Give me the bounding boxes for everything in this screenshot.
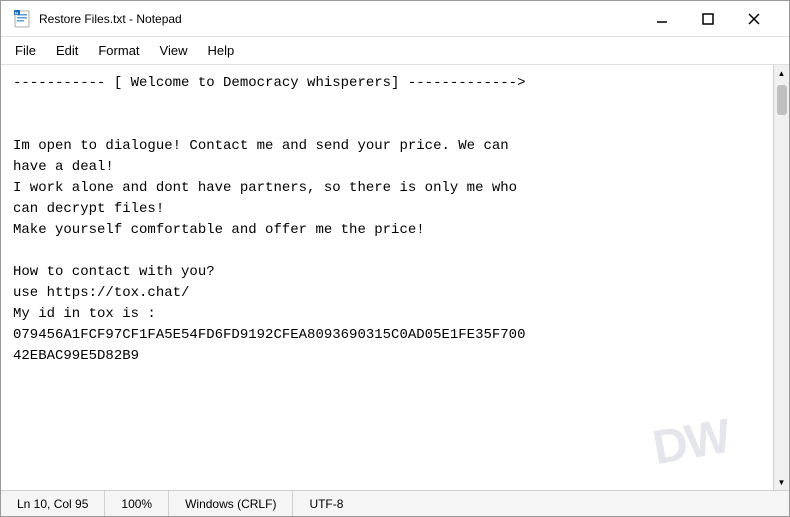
close-button[interactable] (731, 3, 777, 35)
menu-file[interactable]: File (5, 39, 46, 62)
maximize-button[interactable] (685, 3, 731, 35)
menu-bar: File Edit Format View Help (1, 37, 789, 65)
scroll-up-button[interactable]: ▲ (774, 65, 790, 81)
app-icon: N (13, 10, 31, 28)
scroll-down-button[interactable]: ▼ (774, 474, 790, 490)
menu-help[interactable]: Help (197, 39, 244, 62)
title-bar: N Restore Files.txt - Notepad (1, 1, 789, 37)
status-zoom: 100% (105, 491, 169, 516)
status-bar: Ln 10, Col 95 100% Windows (CRLF) UTF-8 (1, 490, 789, 516)
notepad-window: N Restore Files.txt - Notepad File Edit … (0, 0, 790, 517)
scrollbar-thumb[interactable] (777, 85, 787, 115)
status-encoding: UTF-8 (293, 491, 359, 516)
window-controls (639, 3, 777, 35)
minimize-button[interactable] (639, 3, 685, 35)
menu-edit[interactable]: Edit (46, 39, 88, 62)
text-editor[interactable]: ----------- [ Welcome to Democracy whisp… (1, 65, 773, 490)
window-title: Restore Files.txt - Notepad (39, 12, 639, 26)
status-line-ending: Windows (CRLF) (169, 491, 293, 516)
menu-format[interactable]: Format (88, 39, 149, 62)
scrollbar: ▲ ▼ (773, 65, 789, 490)
status-line-col: Ln 10, Col 95 (9, 491, 105, 516)
content-area: ----------- [ Welcome to Democracy whisp… (1, 65, 789, 490)
menu-view[interactable]: View (150, 39, 198, 62)
svg-text:N: N (15, 10, 18, 15)
